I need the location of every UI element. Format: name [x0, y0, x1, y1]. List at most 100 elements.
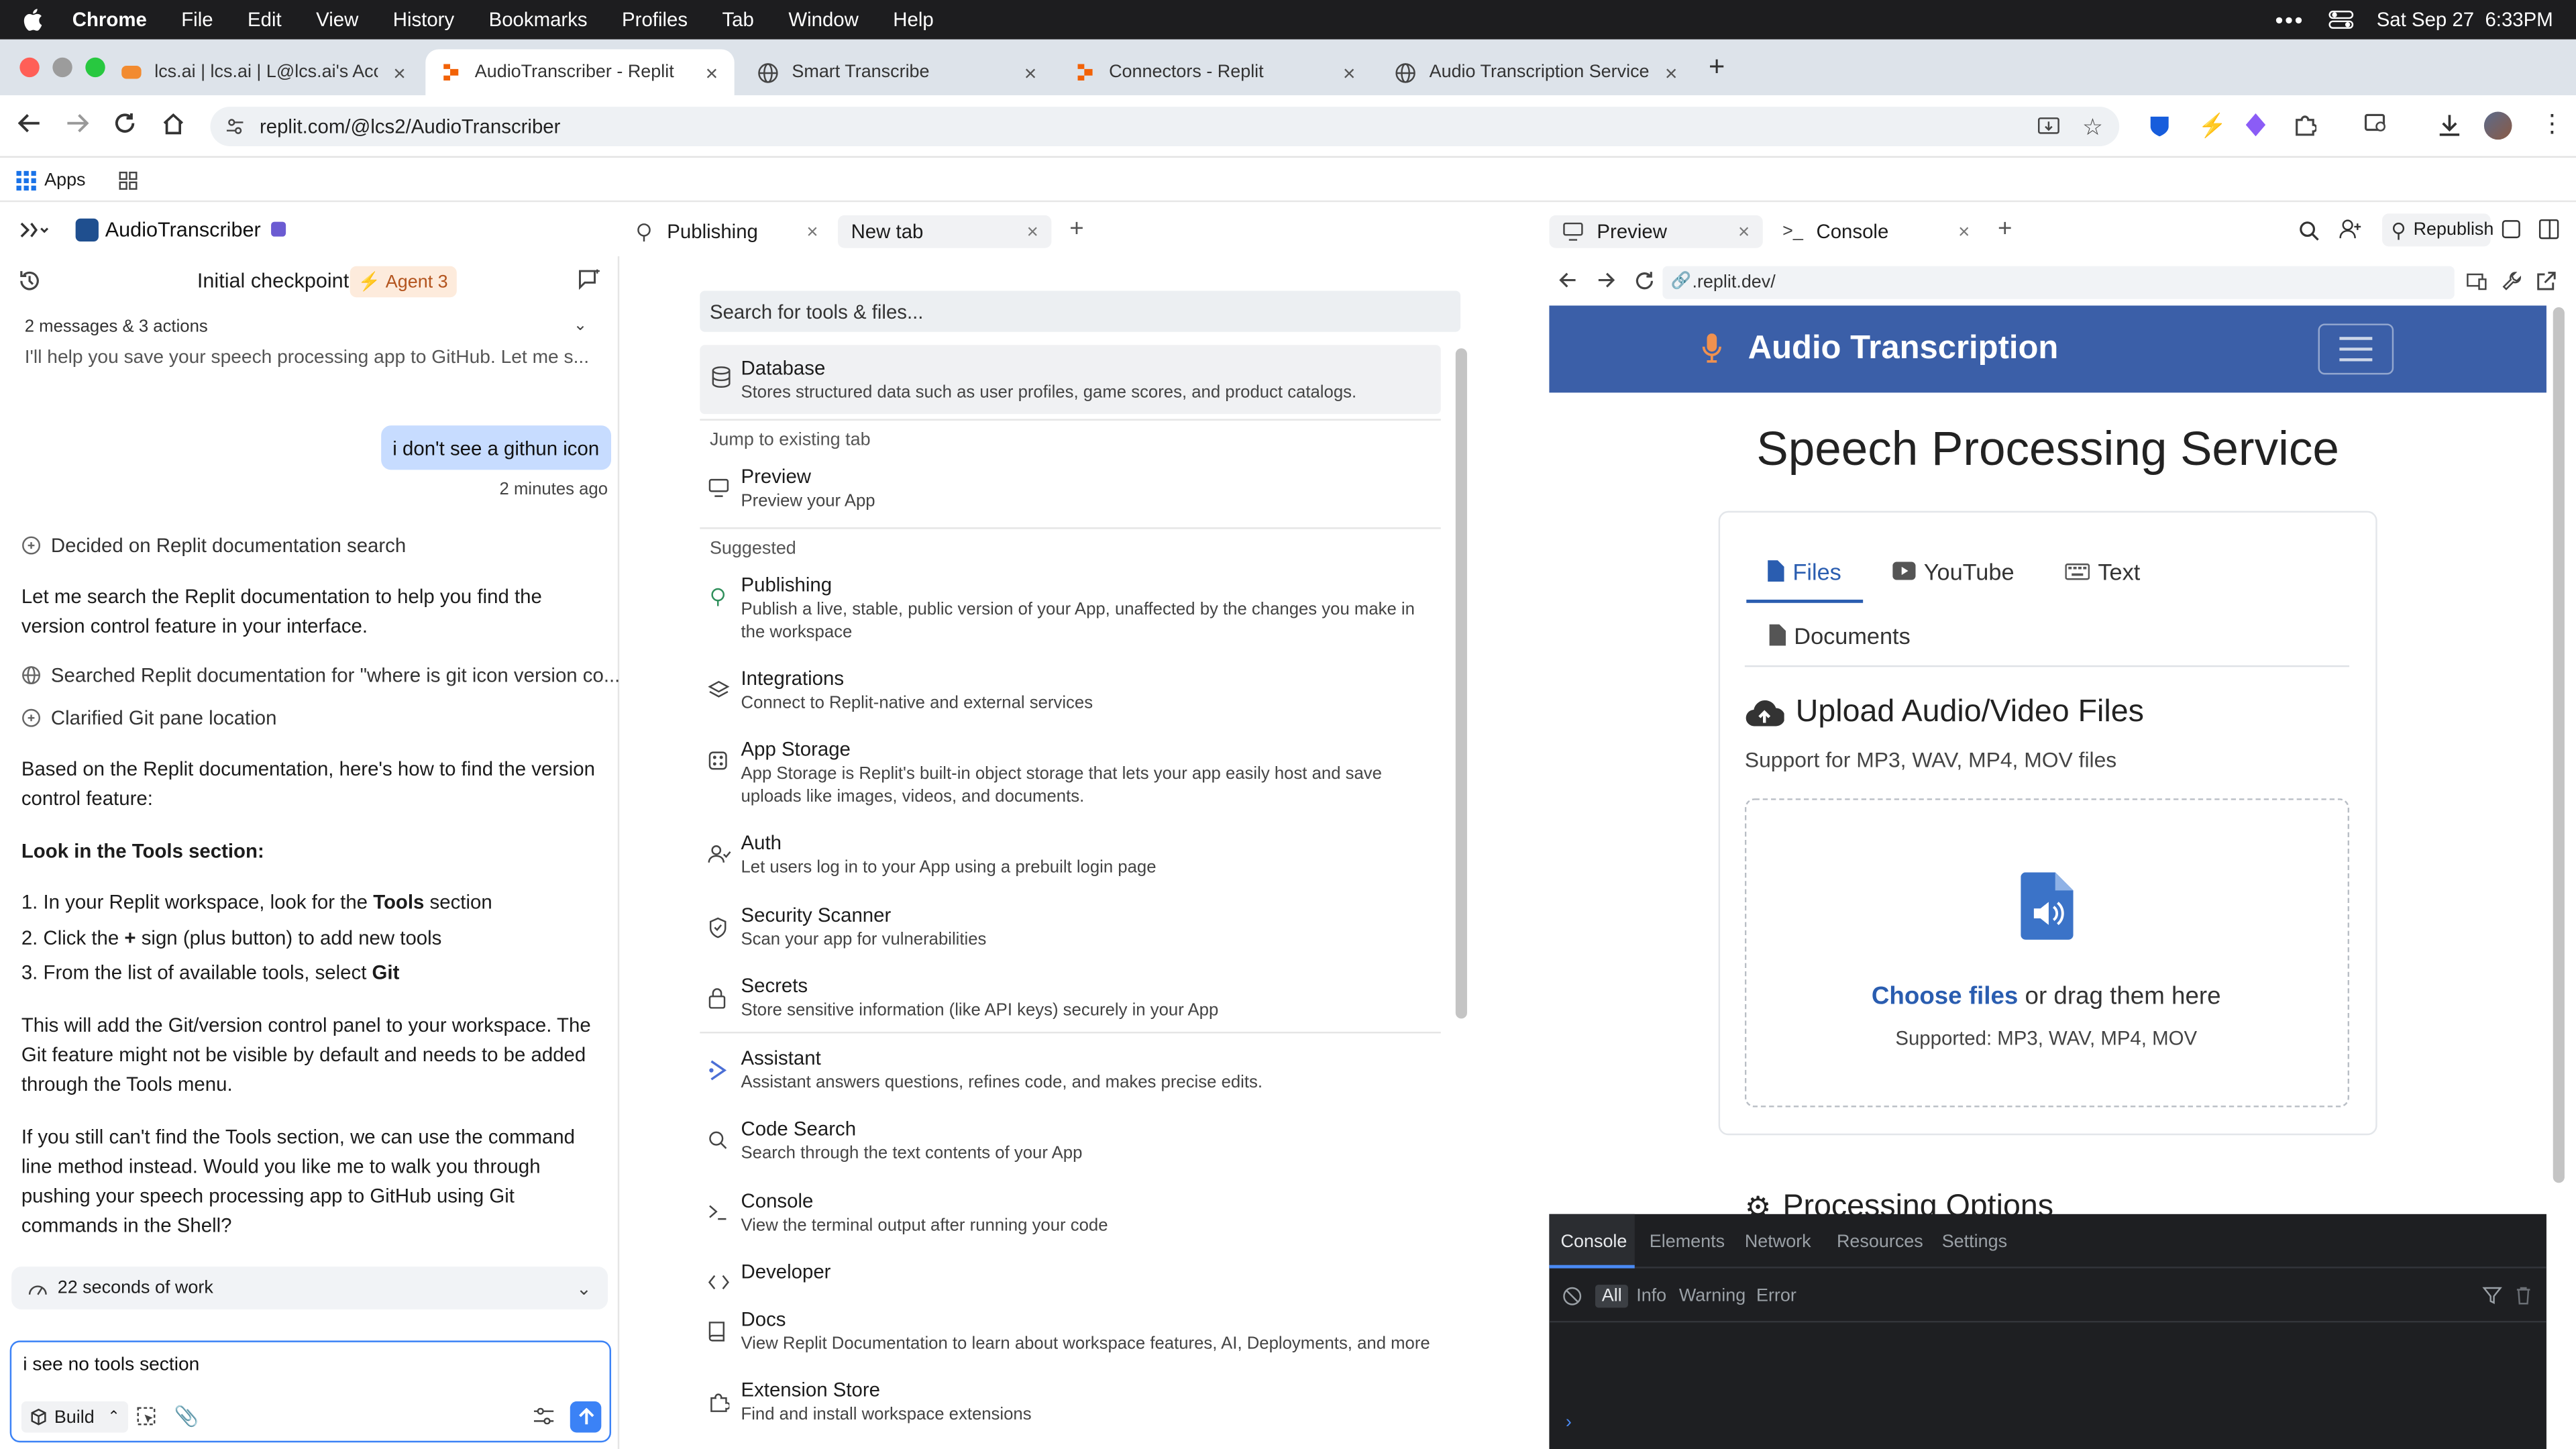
preview-url-bar[interactable]: 🔗 .replit.dev/ [1662, 266, 2455, 299]
apps-bookmark[interactable]: Apps [44, 170, 85, 189]
chat-input-box[interactable]: i see no tools section Build ⌃ 📎 [9, 1340, 612, 1443]
close-tab-icon[interactable]: × [1665, 60, 1678, 85]
close-tab-icon[interactable]: × [1027, 220, 1038, 243]
tab-groups-icon[interactable] [119, 170, 138, 189]
menu-edit[interactable]: Edit [248, 8, 282, 31]
devtools-tab-network[interactable]: Network [1745, 1232, 1811, 1252]
close-tab-icon[interactable]: × [706, 60, 718, 85]
device-preview-icon[interactable] [2466, 273, 2487, 291]
stop-square-icon[interactable] [2502, 220, 2520, 239]
bitwarden-extension-icon[interactable] [2149, 115, 2170, 138]
close-tab-icon[interactable]: × [393, 60, 406, 85]
forward-arrow-icon[interactable] [66, 112, 89, 135]
attach-paperclip-icon[interactable]: 📎 [174, 1405, 199, 1428]
tab-documents[interactable]: Documents [1769, 606, 1911, 664]
preview-scrollbar[interactable] [2553, 307, 2565, 1183]
filter-info[interactable]: Info [1636, 1287, 1666, 1306]
tool-item-publishing[interactable]: Publishing Publish a live, stable, public… [700, 574, 1440, 646]
tools-search-input[interactable]: Search for tools & files... [700, 290, 1461, 332]
devtools-wrench-icon[interactable] [2502, 271, 2522, 290]
downloads-icon[interactable] [2438, 113, 2461, 136]
open-new-window-icon[interactable] [2536, 271, 2556, 290]
clear-console-icon[interactable] [1562, 1287, 1582, 1306]
close-tab-icon[interactable]: × [1738, 220, 1750, 243]
actions-summary[interactable]: 2 messages & 3 actions [25, 317, 208, 337]
browser-tab-audio-service[interactable]: Audio Transcription Service × [1379, 49, 1694, 95]
tool-item-secrets[interactable]: Secrets Store sensitive information (like… [700, 974, 1440, 1026]
tab-publishing[interactable]: Publishing × [621, 215, 831, 248]
invite-user-icon[interactable] [2339, 219, 2362, 240]
close-tab-icon[interactable]: × [1958, 220, 1970, 243]
preview-forward-icon[interactable] [1597, 271, 1615, 289]
menu-file[interactable]: File [181, 8, 213, 31]
browser-tab-connectors[interactable]: Connectors - Replit × [1060, 49, 1372, 95]
devtools-tab-settings[interactable]: Settings [1942, 1232, 2007, 1252]
new-tab-plus-icon[interactable]: + [1709, 51, 1725, 84]
reload-icon[interactable] [113, 112, 136, 135]
filter-all[interactable]: All [1595, 1285, 1629, 1308]
tab-youtube[interactable]: YouTube [1892, 542, 2015, 600]
panel-layout-icon[interactable] [2538, 219, 2560, 240]
menu-history[interactable]: History [393, 8, 454, 31]
menu-help[interactable]: Help [893, 8, 933, 31]
close-tab-icon[interactable]: × [1343, 60, 1356, 85]
agent-step-clarified[interactable]: Clarified Git pane location [21, 706, 276, 729]
tool-item-database[interactable]: Database Stores structured data such as … [700, 345, 1441, 415]
tool-item-console[interactable]: Console View the terminal output after ru… [700, 1189, 1440, 1242]
crystal-extension-icon[interactable] [2245, 113, 2266, 137]
address-bar[interactable]: replit.com/@lcs2/AudioTranscriber ☆ [210, 107, 2120, 146]
tool-item-integrations[interactable]: Integrations Connect to Replit-native and… [700, 667, 1440, 719]
search-icon[interactable] [2298, 220, 2320, 241]
republish-button[interactable]: Republish [2382, 213, 2493, 247]
add-tab-plus-icon[interactable]: + [1998, 215, 2012, 244]
tab-files[interactable]: Files [1746, 542, 1864, 603]
tool-item-app-storage[interactable]: App Storage App Storage is Replit's built… [700, 738, 1440, 810]
menu-window[interactable]: Window [788, 8, 859, 31]
tool-item-preview[interactable]: Preview Preview your App [700, 465, 1440, 514]
close-window-button[interactable] [19, 57, 40, 78]
browser-tab-smart-transcribe[interactable]: Smart Transcribe × [741, 49, 1053, 95]
menu-view[interactable]: View [316, 8, 358, 31]
add-tab-plus-icon[interactable]: + [1069, 215, 1083, 244]
preview-back-icon[interactable] [1559, 271, 1577, 289]
more-dots-icon[interactable]: ••• [2275, 7, 2304, 33]
filter-error[interactable]: Error [1756, 1287, 1796, 1306]
close-tab-icon[interactable]: × [806, 220, 818, 243]
apps-grid-icon[interactable] [16, 170, 36, 190]
tab-text[interactable]: Text [2065, 542, 2140, 600]
send-button[interactable] [570, 1401, 602, 1433]
install-app-icon[interactable] [2037, 115, 2060, 138]
navbar-toggle-button[interactable] [2318, 323, 2394, 375]
lightning-extension-icon[interactable]: ⚡ [2198, 112, 2227, 140]
select-element-icon[interactable] [136, 1406, 156, 1426]
tab-console[interactable]: >_ Console × [1770, 215, 1983, 248]
mode-selector-build[interactable]: Build ⌃ [21, 1401, 129, 1433]
chrome-menu-icon[interactable]: ⋮ [2540, 109, 2565, 138]
extensions-puzzle-icon[interactable] [2294, 113, 2317, 136]
control-center-icon[interactable] [2327, 10, 2353, 30]
menu-app-name[interactable]: Chrome [72, 8, 147, 31]
chevron-down-icon[interactable]: ⌄ [574, 317, 588, 335]
tool-item-developer[interactable]: Developer [700, 1260, 1440, 1293]
sidebar-toggle-icon[interactable] [19, 220, 49, 239]
agent-step-searched[interactable]: Searched Replit documentation for "where… [21, 663, 621, 687]
browser-tab-lcs[interactable]: lcs.ai | lcs.ai | L@lcs.ai's Acco × [105, 49, 423, 95]
bookmark-star-icon[interactable]: ☆ [2082, 113, 2103, 142]
file-drop-zone[interactable]: Choose files or drag them here Supported… [1744, 798, 2350, 1108]
menu-profiles[interactable]: Profiles [622, 8, 688, 31]
menubar-clock[interactable]: Sat Sep 27 6:33PM [2377, 8, 2553, 31]
minimize-window-button[interactable] [52, 57, 72, 78]
filter-funnel-icon[interactable] [2482, 1287, 2502, 1305]
close-tab-icon[interactable]: × [1024, 60, 1037, 85]
tab-search-icon[interactable] [2364, 113, 2389, 135]
tool-item-docs[interactable]: Docs View Replit Documentation to learn a… [700, 1307, 1440, 1380]
browser-tab-audiotranscriber[interactable]: AudioTranscriber - Replit × [425, 49, 735, 96]
devtools-tab-elements[interactable]: Elements [1650, 1232, 1725, 1252]
chat-input-field[interactable]: i see no tools section [23, 1355, 199, 1375]
choose-files-link[interactable]: Choose files [1872, 983, 2018, 1011]
tool-item-extension-store[interactable]: Extension Store Find and install workspac… [700, 1379, 1440, 1431]
profile-avatar[interactable] [2483, 111, 2512, 140]
chevron-down-icon[interactable]: ⌄ [576, 1277, 592, 1299]
tool-item-auth[interactable]: Auth Let users log in to your App using a… [700, 831, 1440, 883]
preview-reload-icon[interactable] [1635, 271, 1654, 290]
